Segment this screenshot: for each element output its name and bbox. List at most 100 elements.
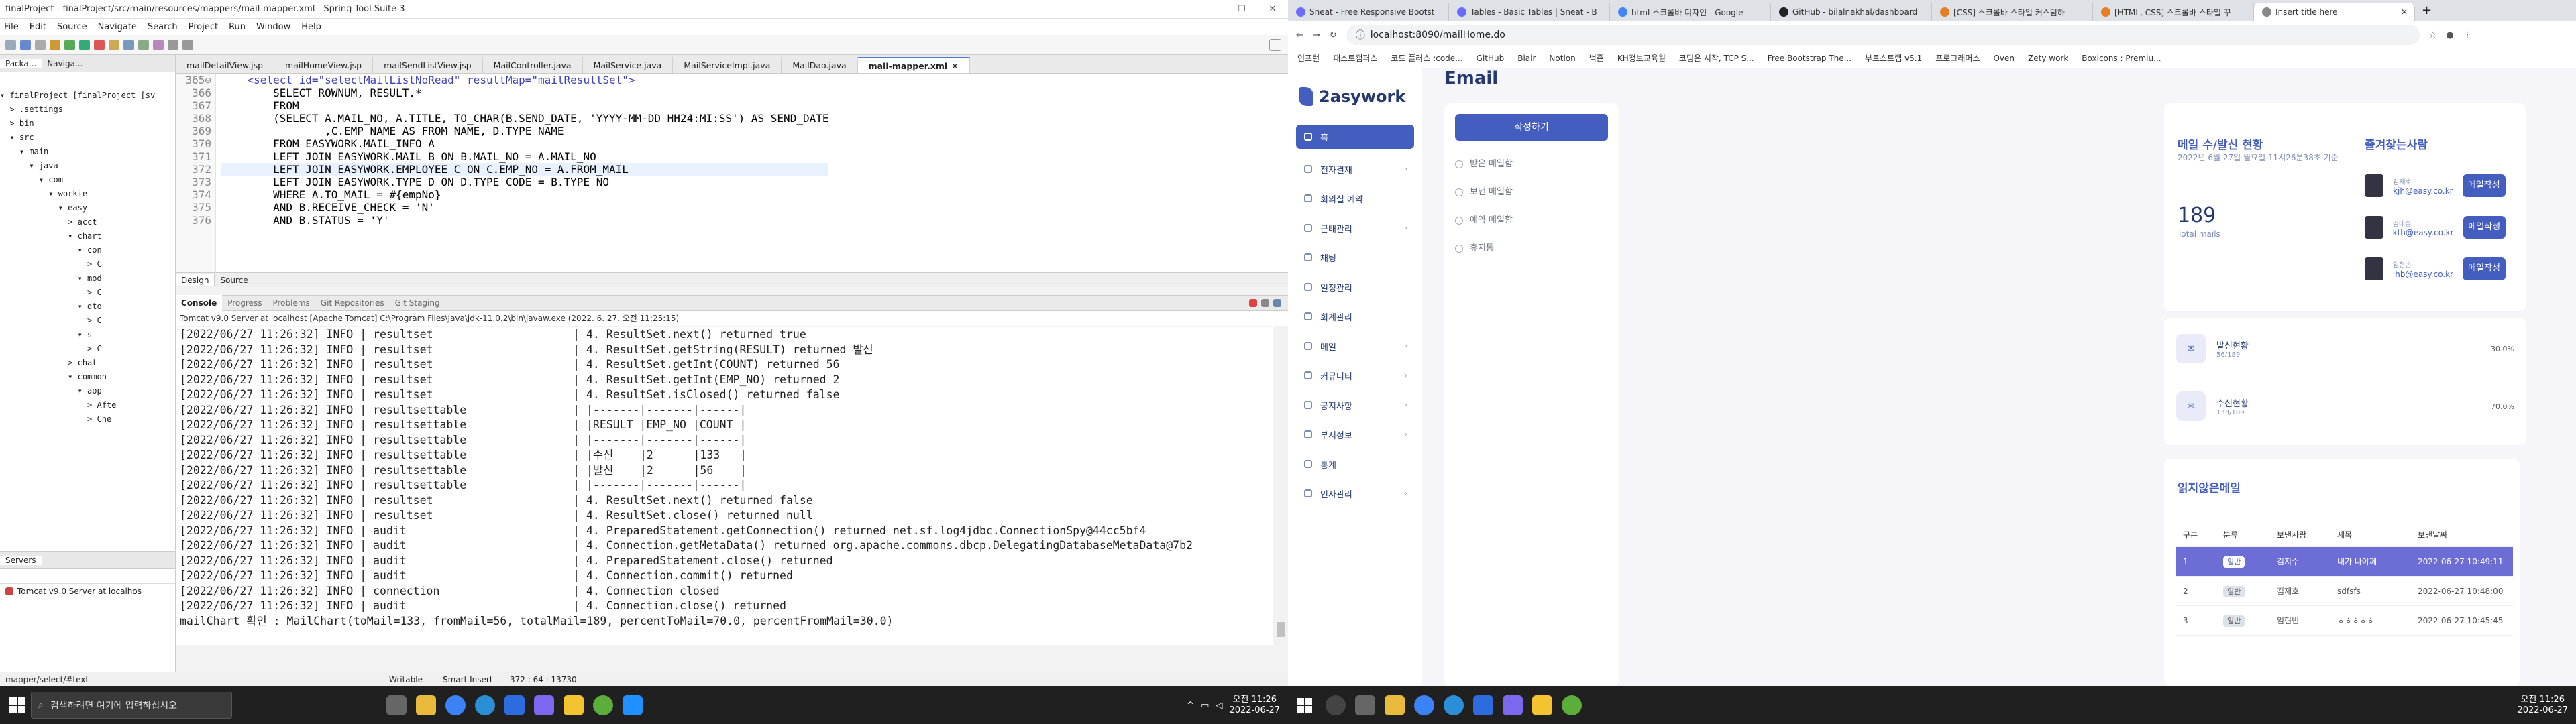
tab-mail-send-list-view[interactable]: mailSendListView.jsp xyxy=(373,57,483,73)
code-line[interactable]: LEFT JOIN EASYWORK.TYPE D ON D.TYPE_CODE… xyxy=(221,176,828,188)
compose-to-person-button[interactable]: 메일작성 xyxy=(2463,216,2506,239)
compose-button[interactable]: 작성하기 xyxy=(1455,114,1608,141)
menu-project[interactable]: Project xyxy=(189,22,218,32)
tree-item[interactable]: ▾ common xyxy=(0,370,175,384)
task-view-icon[interactable] xyxy=(386,695,407,715)
tab-navigator[interactable]: Naviga... xyxy=(42,59,88,68)
tree-item[interactable]: ▾ chart xyxy=(0,229,175,243)
zoom-icon[interactable] xyxy=(504,695,525,715)
code-text[interactable]: <select id="selectMailListNoRead" result… xyxy=(221,74,829,227)
file-explorer-icon[interactable] xyxy=(1385,695,1405,715)
code-line[interactable]: LEFT JOIN EASYWORK.EMPLOYEE C ON C.EMP_N… xyxy=(221,163,829,176)
person-email[interactable]: kth@easy.co.kr xyxy=(2393,228,2454,237)
sidebar-item[interactable]: 커뮤니티 › xyxy=(1296,361,1414,390)
cell-title[interactable]: ㅎㅎㅎㅎㅎ xyxy=(2337,615,2418,626)
sidebar-item[interactable]: 인사관리 › xyxy=(1296,479,1414,508)
tree-item[interactable]: > .settings xyxy=(0,103,175,117)
scrollbar-thumb[interactable] xyxy=(1277,622,1285,637)
menu-window[interactable]: Window xyxy=(256,22,290,32)
console-output[interactable]: [2022/06/27 11:26:32] INFO | resultset |… xyxy=(176,327,1273,645)
tab-mail-mapper[interactable]: mail-mapper.xml ✕ xyxy=(857,57,970,73)
bookmark-item[interactable]: 인프런 xyxy=(1297,52,1320,64)
table-row[interactable]: 1 일반 김지수 내가 나야께 2022-06-27 10:49:11 xyxy=(2176,547,2513,577)
close-button[interactable]: ✕ xyxy=(1257,4,1288,14)
network-icon[interactable]: ▭ xyxy=(1201,701,1209,711)
code-line[interactable]: LEFT JOIN EASYWORK.MAIL B ON B.MAIL_NO =… xyxy=(221,150,828,163)
bookmark-item[interactable]: Notion xyxy=(1549,54,1575,63)
code-line[interactable]: FROM EASYWORK.MAIL_INFO A xyxy=(221,137,828,150)
cell-title[interactable]: 내가 나야께 xyxy=(2337,556,2418,567)
tab-mail-service[interactable]: MailService.java xyxy=(583,57,674,73)
bookmark-item[interactable]: 부트스트랩 v5.1 xyxy=(1865,52,1922,64)
stop-icon[interactable] xyxy=(94,39,105,50)
bookmark-item[interactable]: 벅존 xyxy=(1589,52,1604,64)
mail-nav-sent[interactable]: 보낸 메일함 xyxy=(1455,178,1513,206)
task-view-icon[interactable] xyxy=(1355,695,1375,715)
chrome-icon[interactable] xyxy=(445,695,466,715)
tab-mail-home-view[interactable]: mailHomeView.jsp xyxy=(274,57,374,73)
mail-nav-trash[interactable]: 휴지통 xyxy=(1455,235,1513,263)
app-icon[interactable] xyxy=(623,695,643,715)
sts-icon[interactable] xyxy=(593,695,613,715)
menu-source[interactable]: Source xyxy=(57,22,87,32)
sidebar-item[interactable]: 근태관리 › xyxy=(1296,213,1414,243)
tree-item[interactable]: ▾ s xyxy=(0,328,175,342)
console-scrollbar[interactable] xyxy=(1273,327,1288,645)
tree-item[interactable]: > C xyxy=(0,342,175,356)
bookmark-item[interactable]: 패스트캠퍼스 xyxy=(1333,52,1377,64)
tab-problems[interactable]: Problems xyxy=(267,298,315,308)
cell-title[interactable]: sdfsfs xyxy=(2337,587,2418,596)
sidebar-item[interactable]: 부서정보 › xyxy=(1296,420,1414,449)
file-explorer-icon[interactable] xyxy=(416,695,436,715)
eclipse-app-icon[interactable] xyxy=(534,695,554,715)
tree-item[interactable]: ▾ src xyxy=(0,131,175,145)
tab-design[interactable]: Design xyxy=(176,274,215,286)
bookmark-item[interactable]: Boxicons : Premiu... xyxy=(2082,54,2161,63)
profile-icon[interactable]: ● xyxy=(2446,30,2453,40)
tree-item[interactable]: ▾ aop xyxy=(0,384,175,398)
sidebar-item[interactable]: 회계관리 xyxy=(1296,302,1414,331)
class-icon[interactable] xyxy=(123,39,134,50)
tree-item[interactable]: > C xyxy=(0,257,175,272)
tree-item[interactable]: > C xyxy=(0,286,175,300)
star-icon[interactable]: ☆ xyxy=(2429,30,2437,40)
volume-icon[interactable]: ◁ xyxy=(1216,701,1222,711)
menu-edit[interactable]: Edit xyxy=(30,22,46,32)
tree-item[interactable]: > chat xyxy=(0,356,175,370)
chrome-icon[interactable] xyxy=(1414,695,1434,715)
mail-nav-scheduled[interactable]: 예약 메일함 xyxy=(1455,206,1513,235)
bookmark-item[interactable]: KH정보교육원 xyxy=(1617,52,1666,64)
code-editor[interactable]: 365⊖ 366 367 368 369 370 371 372 373 374 375 376 <s… xyxy=(176,74,1288,272)
tree-item[interactable]: ▾ mod xyxy=(0,272,175,286)
tab-mail-dao[interactable]: MailDao.java xyxy=(782,57,858,73)
windows-start-icon[interactable] xyxy=(1297,698,1312,713)
reload-icon[interactable]: ↻ xyxy=(1330,30,1337,40)
tree-item[interactable]: > C xyxy=(0,314,175,328)
sidebar-item[interactable]: 채팅 xyxy=(1296,243,1414,272)
url-field[interactable]: ⓘ localhost:8090/mailHome.do xyxy=(1346,25,2420,45)
sidebar-item[interactable]: 공지사항 › xyxy=(1296,390,1414,420)
bookmark-item[interactable]: Blair xyxy=(1517,54,1536,63)
zoom-icon[interactable] xyxy=(1473,695,1493,715)
browser-tab[interactable]: Tables - Basic Tables | Sneat - B xyxy=(1449,3,1610,21)
print-icon[interactable] xyxy=(35,39,46,50)
sidebar-item[interactable]: 회의실 예약 xyxy=(1296,184,1414,213)
tab-progress[interactable]: Progress xyxy=(222,298,267,308)
menu-navigate[interactable]: Navigate xyxy=(98,22,137,32)
tab-console[interactable]: Console xyxy=(176,295,223,311)
tree-item[interactable]: ▾ dto xyxy=(0,300,175,314)
sidebar-item[interactable]: 메일 › xyxy=(1296,331,1414,361)
forward-icon[interactable] xyxy=(182,39,193,50)
taskbar-clock[interactable]: 오전 11:26 2022-06-27 xyxy=(2517,695,2568,716)
tab-source[interactable]: Source xyxy=(215,274,254,286)
bookmark-item[interactable]: 코딩은 시작, TCP S... xyxy=(1679,52,1754,64)
tree-item[interactable]: > Afte xyxy=(0,398,175,412)
edge-icon[interactable] xyxy=(1444,695,1464,715)
kebab-menu-icon[interactable]: ⋮ xyxy=(2463,30,2472,40)
taskbar-search[interactable]: ⌕ 검색하려면 여기에 입력하십시오 xyxy=(31,692,232,719)
edge-icon[interactable] xyxy=(475,695,495,715)
tree-item[interactable]: ▾ main xyxy=(0,145,175,159)
chevron-up-icon[interactable]: ^ xyxy=(1187,701,1194,711)
search-icon[interactable] xyxy=(1326,695,1346,715)
maximize-button[interactable]: ☐ xyxy=(1226,4,1257,14)
